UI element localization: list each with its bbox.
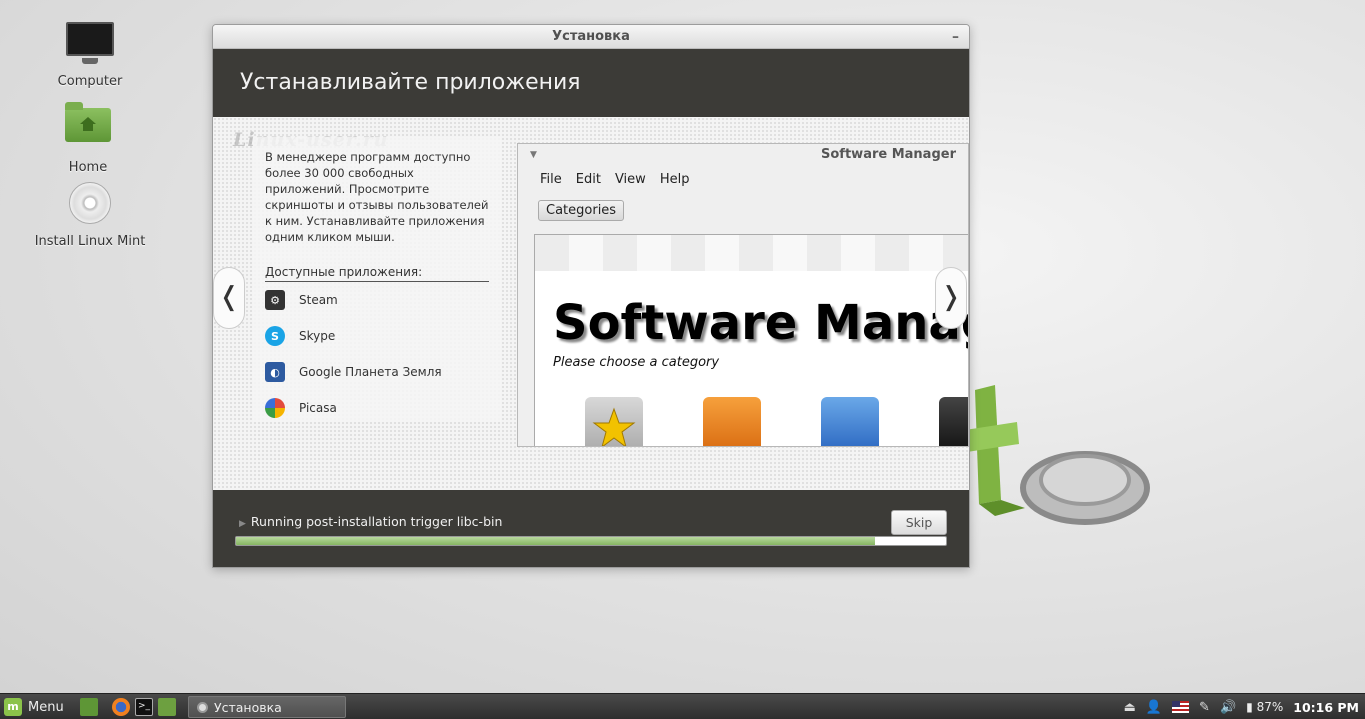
desktop-icon-install[interactable]: Install Linux Mint <box>30 178 150 249</box>
picasa-icon <box>265 398 285 418</box>
main-menu-button[interactable]: m Menu <box>4 696 64 718</box>
network-icon[interactable]: ✎ <box>1199 700 1210 715</box>
sound-video-clapper-icon <box>939 397 968 446</box>
window-title: Установка <box>552 29 630 44</box>
installer-window: Установка – Устанавливайте приложения Li… <box>212 24 970 568</box>
sm-big-title: Software Manager <box>553 295 968 351</box>
user-icon[interactable]: 👤 <box>1146 700 1162 715</box>
volume-icon[interactable]: 🔊 <box>1220 700 1236 715</box>
cd-icon <box>62 182 118 232</box>
installer-footer: ▶ Running post-installation trigger libc-… <box>213 490 969 567</box>
slide-description: В менеджере программ доступно более 30 0… <box>265 150 489 244</box>
sm-title: Software Manager <box>821 147 956 162</box>
battery-indicator[interactable]: ▮ 87% <box>1246 700 1283 714</box>
system-tray: ⏏ 👤 ✎ 🔊 ▮ 87% 10:16 PM <box>1124 694 1359 719</box>
desktop-icon-computer[interactable]: Computer <box>30 18 150 89</box>
sm-window-menu-icon: ▼ <box>530 150 537 160</box>
featured-star-icon <box>585 397 643 446</box>
firefox-icon[interactable] <box>112 698 130 716</box>
sm-subtitle: Please choose a category <box>553 355 720 370</box>
sm-content-pane: Software Manager Please choose a categor… <box>534 234 968 446</box>
app-item-steam: ⚙ Steam <box>265 282 489 318</box>
sm-menu-edit: Edit <box>575 172 601 187</box>
sm-menubar: File Edit View Help <box>518 166 968 194</box>
google-earth-icon: ◐ <box>265 362 285 382</box>
keyboard-layout-flag-icon[interactable] <box>1172 701 1190 713</box>
desktop-icon-label: Computer <box>57 74 123 89</box>
files-icon[interactable] <box>158 698 176 716</box>
cd-icon <box>197 701 208 713</box>
sm-menu-view: View <box>614 172 646 187</box>
skype-icon: S <box>265 326 285 346</box>
app-item-picasa: Picasa <box>265 390 489 426</box>
minimize-button[interactable]: – <box>952 25 959 49</box>
taskbar: m Menu >_ Установка ⏏ 👤 ✎ 🔊 ▮ 87% 10:16 … <box>0 693 1365 719</box>
window-titlebar[interactable]: Установка – <box>213 25 969 49</box>
install-status: ▶ Running post-installation trigger libc-… <box>239 514 502 529</box>
battery-icon: ▮ <box>1246 700 1253 714</box>
previous-slide-button[interactable]: ❬ <box>213 267 245 329</box>
expander-arrow-icon[interactable]: ▶ <box>239 519 246 529</box>
desktop-icon-label: Home <box>68 160 108 175</box>
clock[interactable]: 10:16 PM <box>1293 700 1359 715</box>
sm-titlebar: ▼ Software Manager <box>518 144 968 166</box>
slide-text-panel: В менеджере программ доступно более 30 0… <box>253 137 501 422</box>
app-name: Google Планета Земля <box>299 365 442 379</box>
install-progress-bar <box>235 536 947 546</box>
internet-globe-icon <box>821 397 879 446</box>
show-desktop-icon[interactable] <box>80 698 98 716</box>
terminal-icon[interactable]: >_ <box>135 698 153 716</box>
battery-percent: 87% <box>1256 700 1284 714</box>
removable-media-icon[interactable]: ⏏ <box>1124 700 1136 715</box>
taskbar-window-label: Установка <box>214 699 282 715</box>
taskbar-window-installer[interactable]: Установка <box>188 696 346 718</box>
next-slide-button[interactable]: ❭ <box>935 267 967 329</box>
sm-menu-help: Help <box>659 172 690 187</box>
install-status-text: Running post-installation trigger libc-b… <box>250 514 503 529</box>
desktop-icon-label: Install Linux Mint <box>34 234 146 249</box>
home-folder-icon <box>60 102 116 158</box>
slide-heading: Устанавливайте приложения <box>213 49 969 117</box>
install-progress-fill <box>236 537 875 545</box>
sm-menu-file: File <box>540 172 562 187</box>
mint-logo-icon: m <box>4 698 22 716</box>
steam-icon: ⚙ <box>265 290 285 310</box>
software-manager-screenshot: ▼ Software Manager File Edit View Help C… <box>517 143 969 447</box>
available-apps-title: Доступные приложения: <box>265 265 489 282</box>
app-name: Picasa <box>299 401 337 415</box>
slideshow-area: Linux-user.ru В менеджере программ досту… <box>213 117 969 491</box>
skip-button[interactable]: Skip <box>891 510 947 535</box>
app-name: Skype <box>299 329 336 343</box>
computer-icon <box>62 22 118 72</box>
main-menu-label: Menu <box>28 699 64 715</box>
app-item-skype: S Skype <box>265 318 489 354</box>
desktop-icon-home[interactable]: Home <box>28 100 148 175</box>
app-item-google-earth: ◐ Google Планета Земля <box>265 354 489 390</box>
app-name: Steam <box>299 293 338 307</box>
sm-categories-button: Categories <box>538 200 625 221</box>
system-tools-gears-icon <box>703 397 761 446</box>
